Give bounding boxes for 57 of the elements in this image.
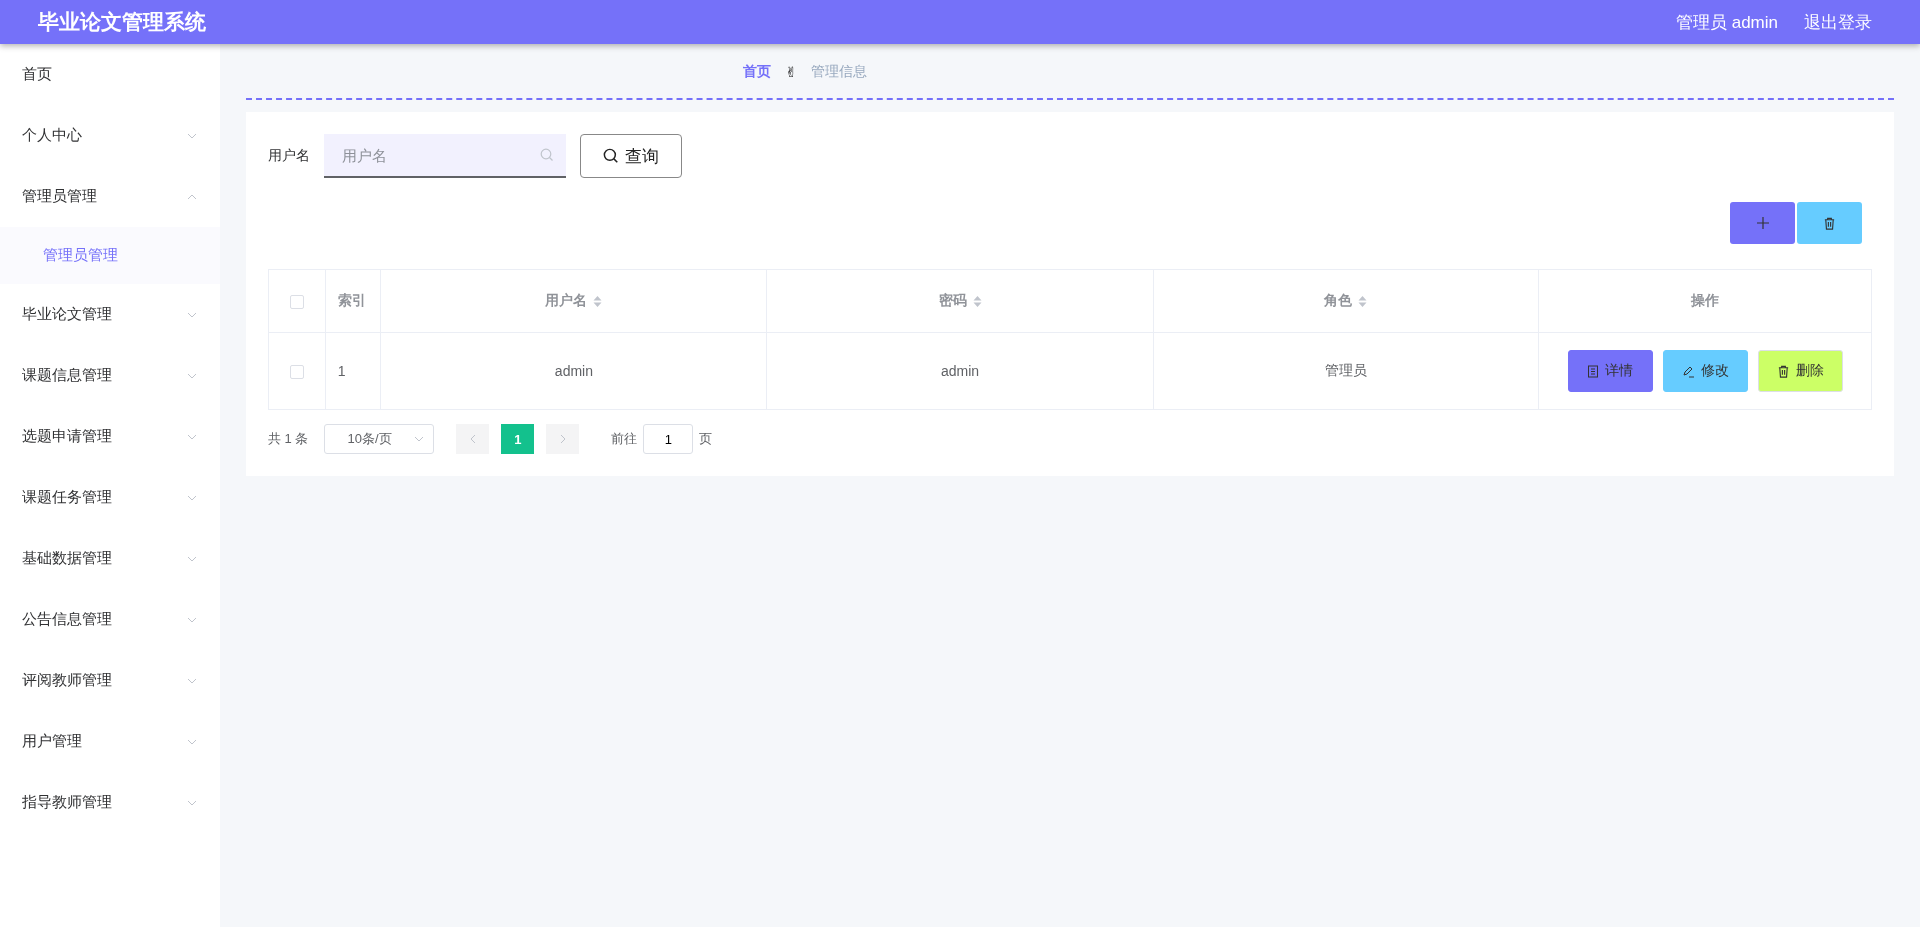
menu-item[interactable]: 首页 bbox=[0, 44, 220, 105]
page-suffix: 页 bbox=[699, 430, 713, 448]
menu-item[interactable]: 评阅教师管理 bbox=[0, 650, 220, 711]
trash-icon bbox=[1823, 216, 1836, 230]
column-header: 用户名 bbox=[545, 292, 588, 308]
logout-link[interactable]: 退出登录 bbox=[1804, 10, 1872, 34]
plus-icon bbox=[1755, 216, 1770, 230]
search-button[interactable]: 查询 bbox=[580, 134, 682, 178]
table-cell: admin bbox=[554, 363, 593, 379]
menu-item[interactable]: 指导教师管理 bbox=[0, 772, 220, 833]
menu-item[interactable]: 毕业论文管理 bbox=[0, 284, 220, 345]
menu-item[interactable]: 个人中心 bbox=[0, 105, 220, 166]
add-button[interactable] bbox=[1730, 202, 1795, 244]
column-header: 索引 bbox=[337, 292, 366, 308]
trash-icon bbox=[1776, 364, 1790, 378]
edit-button[interactable]: 修改 bbox=[1662, 350, 1748, 392]
delete-button[interactable]: 删除 bbox=[1757, 350, 1843, 392]
app-title: 毕业论文管理系统 bbox=[38, 9, 206, 35]
search-label: 用户名 bbox=[268, 147, 310, 165]
column-header: 角色 bbox=[1324, 292, 1353, 308]
search-field[interactable]: 用户名 bbox=[324, 134, 566, 178]
submenu-item[interactable]: 管理员管理 bbox=[0, 227, 220, 284]
sort-icon[interactable] bbox=[1358, 294, 1368, 308]
search-icon bbox=[540, 148, 554, 162]
pencil-icon bbox=[1681, 364, 1695, 378]
chevron-left-icon bbox=[468, 434, 477, 444]
menu-item[interactable]: 公告信息管理 bbox=[0, 589, 220, 650]
sort-icon[interactable] bbox=[593, 294, 603, 308]
sort-icon[interactable] bbox=[972, 294, 982, 308]
breadcrumb-item: 管理信息 bbox=[810, 63, 867, 81]
column-header: 密码 bbox=[938, 292, 967, 308]
checkbox[interactable] bbox=[289, 295, 304, 310]
menu-item[interactable]: 管理员管理 bbox=[0, 166, 220, 227]
breadcrumb-item[interactable]: 首页 bbox=[743, 63, 772, 81]
table-cell: admin bbox=[940, 363, 980, 379]
menu-item[interactable]: 选题申请管理 bbox=[0, 406, 220, 467]
prev-page-button[interactable] bbox=[456, 424, 490, 454]
breadcrumb-separator: ✌ bbox=[785, 64, 797, 80]
table-cell: 1 bbox=[337, 363, 346, 379]
page-input[interactable]: 1 bbox=[643, 424, 694, 454]
menu-item[interactable]: 用户管理 bbox=[0, 711, 220, 772]
delete-button[interactable] bbox=[1797, 202, 1862, 244]
goto-label: 前往 bbox=[611, 430, 638, 448]
chevron-right-icon bbox=[558, 434, 567, 444]
page-size-select[interactable]: 10条/页 bbox=[324, 424, 435, 454]
document-icon bbox=[1587, 364, 1600, 378]
table-cell: 管理员 bbox=[1324, 362, 1367, 378]
search-icon bbox=[603, 148, 619, 164]
menu-item[interactable]: 基础数据管理 bbox=[0, 528, 220, 589]
user-label: 管理员 admin bbox=[1675, 11, 1778, 34]
checkbox[interactable] bbox=[289, 365, 304, 380]
menu-item[interactable]: 课题信息管理 bbox=[0, 345, 220, 406]
next-page-button[interactable] bbox=[546, 424, 580, 454]
search-input[interactable]: 用户名 bbox=[340, 145, 524, 165]
menu-item[interactable]: 课题任务管理 bbox=[0, 467, 220, 528]
total-count: 共 1 条 bbox=[268, 430, 309, 448]
column-header: 操作 bbox=[1691, 292, 1720, 308]
